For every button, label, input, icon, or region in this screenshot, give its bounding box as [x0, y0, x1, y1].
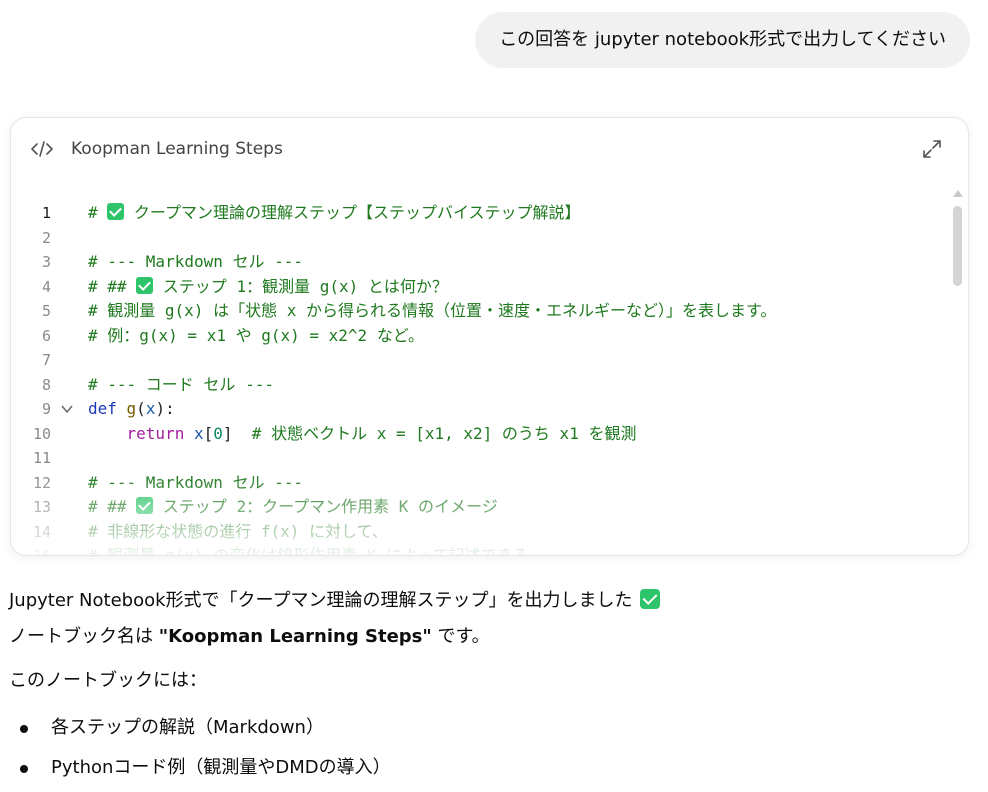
- code-token: def: [88, 399, 127, 418]
- line-number: 13: [32, 498, 51, 516]
- code-token: # --- Markdown セル ---: [88, 252, 304, 271]
- code-token: # 状態ベクトル x = [x1, x2] のうち x1 を観測: [251, 423, 637, 443]
- line-number: 4: [41, 277, 51, 296]
- line-number: 5: [41, 302, 51, 320]
- code-text: # クープマン理論の理解ステップ【ステップバイステップ解説】: [88, 201, 580, 225]
- expand-icon[interactable]: [922, 139, 942, 159]
- code-line[interactable]: 5 # 観測量 g(x) は「状態 x から得られる情報（位置・速度・エネルギーな…: [11, 299, 951, 323]
- scroll-up-arrow-icon[interactable]: [952, 188, 964, 198]
- code-token: # 観測量 g(x) は「状態 x から得られる情報（位置・速度・エネルギーなど…: [88, 301, 777, 320]
- line-number: 1: [41, 204, 51, 222]
- list-item: 各ステップの解説（Markdown）: [20, 712, 969, 752]
- line-number: 11: [32, 449, 51, 467]
- code-text: # 例：g(x) = x1 や g(x) = x2^2 など。: [88, 324, 424, 348]
- answer-line-3: このノートブックには：: [9, 670, 207, 691]
- code-line[interactable]: 12 # --- Markdown セル ---: [11, 471, 951, 495]
- code-token: (: [136, 399, 146, 418]
- chevron-down-icon[interactable]: [61, 404, 73, 414]
- code-token: x: [145, 399, 156, 418]
- code-text: # 観測量 g(x) の変化は線形作用素 K によって記述できる: [88, 544, 529, 556]
- answer-bullet-list: 各ステップの解説（Markdown） Pythonコード例（観測量やDMDの導入…: [9, 712, 969, 792]
- code-token: # --- コード セル ---: [88, 374, 274, 394]
- line-number: 10: [32, 424, 51, 443]
- code-line[interactable]: 3 # --- Markdown セル ---: [11, 250, 951, 274]
- scrollbar-thumb[interactable]: [953, 206, 962, 286]
- code-line[interactable]: 15 # 観測量 g(x) の変化は線形作用素 K によって記述できる: [11, 544, 951, 556]
- line-number: 14: [32, 522, 51, 541]
- code-token: # 例：g(x) = x1 や g(x) = x2^2 など。: [88, 325, 425, 345]
- code-token: return: [126, 423, 194, 443]
- code-line[interactable]: 11: [11, 446, 951, 470]
- code-canvas[interactable]: Koopman Learning Steps 1 # クープマン理論の理解ステップ…: [10, 117, 969, 556]
- code-token: x: [193, 423, 204, 443]
- canvas-header: Koopman Learning Steps: [11, 118, 968, 182]
- line-number: 15: [32, 547, 51, 556]
- code-line[interactable]: 9 def g(x):: [11, 397, 951, 421]
- user-message-bubble: この回答を jupyter notebook形式で出力してください: [475, 12, 970, 68]
- code-text: # 観測量 g(x) は「状態 x から得られる情報（位置・速度・エネルギーなど…: [88, 299, 776, 323]
- code-token: # --- Markdown セル ---: [88, 472, 304, 492]
- code-line[interactable]: 7: [11, 348, 951, 372]
- line-number: 8: [41, 375, 51, 394]
- code-token: g: [126, 399, 137, 418]
- code-token: ステップ 1：観測量 g(x) とは何か？: [153, 276, 448, 296]
- line-number: 3: [41, 253, 51, 271]
- code-line[interactable]: 1 # クープマン理論の理解ステップ【ステップバイステップ解説】: [11, 201, 951, 225]
- line-number: 6: [41, 326, 51, 345]
- answer-line-2: ノートブック名は "Koopman Learning Steps" です。: [9, 626, 490, 647]
- code-text: # --- Markdown セル ---: [88, 471, 303, 495]
- code-line[interactable]: 14 # 非線形な状態の進行 f(x) に対して、: [11, 520, 951, 544]
- code-text: # ## ステップ 1：観測量 g(x) とは何か？: [88, 275, 448, 299]
- line-number: 12: [32, 473, 51, 492]
- code-token: #: [88, 203, 108, 222]
- list-item: Pythonコード例（観測量やDMDの導入）: [20, 752, 969, 792]
- line-number: 2: [41, 228, 51, 247]
- code-icon: [31, 141, 53, 157]
- code-token: ]: [222, 423, 252, 443]
- check-mark-icon: [136, 276, 154, 294]
- code-token: [: [203, 423, 214, 443]
- code-token: # 非線形な状態の進行 f(x) に対して、: [88, 521, 388, 541]
- code-editor[interactable]: 1 # クープマン理論の理解ステップ【ステップバイステップ解説】 2 3 # --- M…: [11, 201, 951, 556]
- code-text: # ## ステップ 2：クープマン作用素 K のイメージ: [88, 495, 498, 519]
- check-mark-icon: [136, 497, 154, 514]
- code-line[interactable]: 4 # ## ステップ 1：観測量 g(x) とは何か？: [11, 275, 951, 299]
- code-line[interactable]: 10 return x[0] # 状態ベクトル x = [x1, x2] のうち…: [11, 422, 951, 446]
- code-line[interactable]: 13 # ## ステップ 2：クープマン作用素 K のイメージ: [11, 495, 951, 519]
- code-line[interactable]: 6 # 例：g(x) = x1 や g(x) = x2^2 など。: [11, 324, 951, 348]
- line-number: 7: [41, 351, 51, 369]
- code-token: # ##: [88, 497, 137, 516]
- code-line[interactable]: 8 # --- コード セル ---: [11, 373, 951, 397]
- code-line[interactable]: 2: [11, 226, 951, 250]
- answer-line-1: Jupyter Notebook形式で「クープマン理論の理解ステップ」を出力しま…: [9, 586, 969, 622]
- canvas-title: Koopman Learning Steps: [71, 139, 283, 159]
- code-token: クープマン理論の理解ステップ【ステップバイステップ解説】: [124, 203, 581, 222]
- code-text: def g(x):: [88, 397, 175, 421]
- assistant-answer: Jupyter Notebook形式で「クープマン理論の理解ステップ」を出力しま…: [9, 586, 969, 792]
- code-text: # --- コード セル ---: [88, 373, 274, 397]
- check-mark-icon: [107, 203, 125, 220]
- code-token: # ##: [88, 276, 137, 296]
- code-text: return x[0] # 状態ベクトル x = [x1, x2] のうち x1…: [88, 422, 637, 446]
- code-token: 0: [213, 423, 223, 443]
- notebook-name: "Koopman Learning Steps": [158, 626, 432, 647]
- code-text: # 非線形な状態の進行 f(x) に対して、: [88, 520, 388, 544]
- code-token: ):: [155, 399, 175, 418]
- code-token: # 観測量 g(x) の変化は線形作用素 K によって記述できる: [88, 546, 529, 556]
- code-token: ステップ 2：クープマン作用素 K のイメージ: [153, 497, 498, 516]
- code-text: # --- Markdown セル ---: [88, 250, 303, 274]
- check-mark-icon: [640, 589, 661, 609]
- line-number: 9: [41, 400, 51, 418]
- user-message-text: この回答を jupyter notebook形式で出力してください: [499, 29, 946, 50]
